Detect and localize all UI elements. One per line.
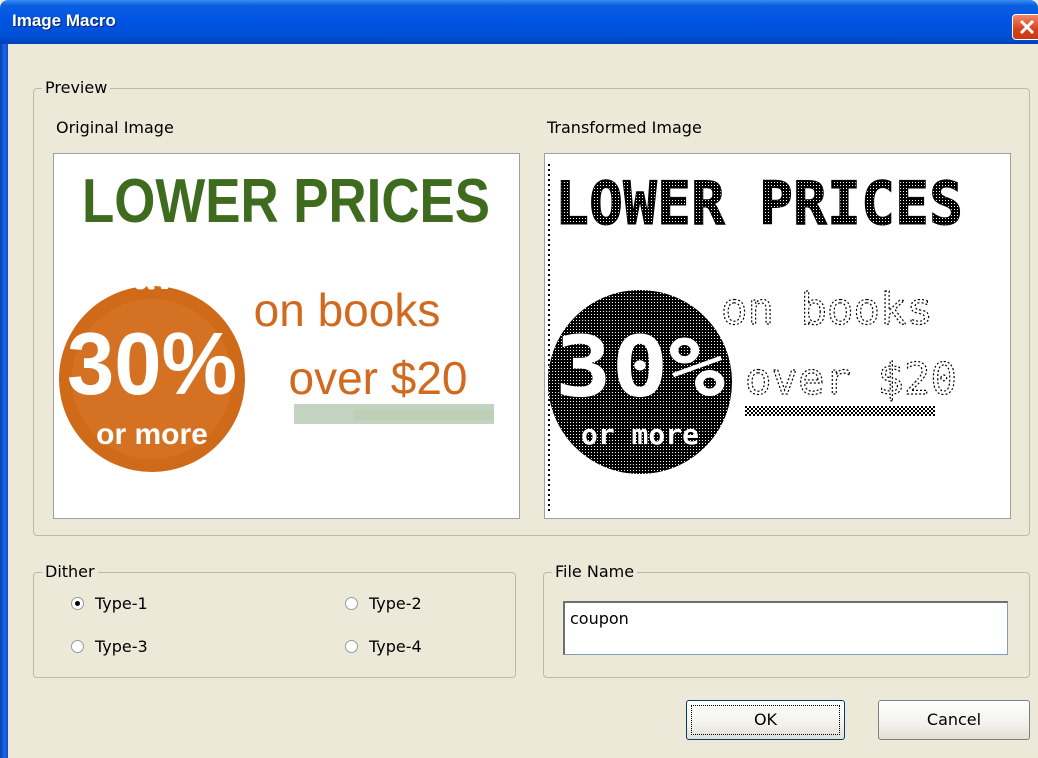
dither-type-3-label: Type-3 [95, 637, 148, 656]
ok-button[interactable]: OK [686, 700, 845, 740]
transformed-line2: over $20 [745, 354, 957, 405]
dither-type-2-label: Type-2 [369, 594, 422, 613]
file-name-legend: File Name [552, 562, 638, 582]
transformed-headline: LOWER PRICES [555, 169, 963, 239]
preview-legend: Preview [42, 78, 111, 98]
transformed-image: LOWER PRICES Save 30% or more on books o… [544, 153, 1011, 519]
close-button[interactable] [1012, 14, 1038, 40]
original-headline: LOWER PRICES [82, 167, 490, 236]
dither-type-4-label: Type-4 [369, 637, 422, 656]
original-percent: 30% [67, 314, 237, 413]
dither-legend: Dither [42, 562, 98, 582]
transformed-line1: on books [721, 284, 933, 335]
dither-type-1-label: Type-1 [95, 594, 148, 613]
original-save: Save [108, 256, 197, 298]
window-frame-left [0, 44, 8, 758]
close-icon [1019, 19, 1035, 35]
window-title: Image Macro [12, 11, 116, 30]
original-image: LOWER PRICES Save 30% or more on books o… [53, 153, 520, 519]
original-image-label: Original Image [56, 118, 174, 137]
radio-unchecked-icon [71, 640, 84, 653]
title-bar: Image Macro [0, 0, 1038, 44]
radio-unchecked-icon [345, 640, 358, 653]
transformed-ad-graphic: LOWER PRICES Save 30% or more on books o… [548, 164, 964, 514]
transformed-image-label: Transformed Image [547, 118, 702, 137]
ok-button-label: OK [753, 710, 778, 729]
radio-checked-icon [71, 597, 84, 610]
file-name-input[interactable]: coupon [563, 601, 1008, 655]
transformed-save: Save [597, 252, 684, 293]
transformed-or-more: or more [581, 418, 699, 451]
original-line1: on books [254, 284, 441, 336]
radio-unchecked-icon [345, 597, 358, 610]
original-ad-graphic: LOWER PRICES Save 30% or more on books o… [59, 167, 494, 472]
cancel-button[interactable]: Cancel [878, 700, 1030, 740]
original-line2: over $20 [288, 352, 467, 404]
original-or-more: or more [96, 418, 208, 451]
cancel-button-label: Cancel [926, 710, 982, 729]
dither-group: Dither [33, 562, 516, 678]
transformed-percent: 30% [555, 318, 725, 416]
